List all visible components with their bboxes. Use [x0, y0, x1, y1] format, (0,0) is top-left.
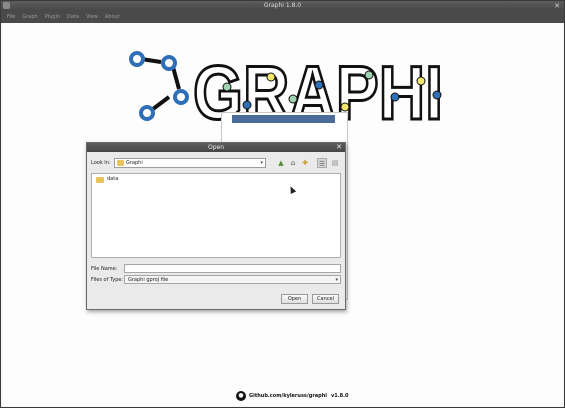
dialog-title-bar[interactable]: Open ✕ — [87, 143, 345, 152]
menu-view[interactable]: View — [86, 14, 98, 20]
open-button[interactable]: Open — [281, 294, 308, 304]
dialog-title: Open — [207, 144, 225, 151]
files-of-type-label: Files of Type: — [91, 277, 124, 283]
list-view-icon[interactable]: ☰ — [317, 158, 327, 168]
up-folder-icon[interactable]: ▲ — [276, 158, 286, 168]
open-dialog: Open ✕ Look In: Graphi ▾ ▲ ⌂ ✚ ☰ ▤ data … — [86, 142, 346, 310]
file-name: data — [107, 176, 119, 182]
menu-plugin[interactable]: Plugin — [45, 14, 60, 20]
menu-data[interactable]: Data — [67, 14, 79, 20]
title-bar[interactable]: Graphi 1.8.0 ✕ — [1, 1, 564, 11]
version-label: v1.8.0 — [331, 393, 349, 399]
chevron-down-icon: ▾ — [335, 277, 338, 283]
window-title: Graphi 1.8.0 — [263, 2, 302, 9]
new-folder-icon[interactable]: ✚ — [300, 158, 310, 168]
dialog-close-icon[interactable]: ✕ — [336, 143, 342, 152]
file-name-input[interactable] — [124, 264, 341, 273]
close-icon[interactable]: ✕ — [554, 2, 560, 10]
home-icon[interactable]: ⌂ — [288, 158, 298, 168]
look-in-label: Look In: — [91, 160, 111, 166]
github-link[interactable]: Github.com/kyleruss/graphi — [249, 393, 327, 399]
footer: ● Github.com/kyleruss/graphi v1.8.0 — [236, 390, 349, 402]
app-icon — [3, 2, 10, 9]
file-list[interactable]: data — [91, 173, 341, 258]
menu-about[interactable]: About — [105, 14, 120, 20]
cancel-button[interactable]: Cancel — [312, 294, 339, 304]
graph-icon — [129, 51, 189, 121]
look-in-value: Graphi — [126, 160, 143, 166]
look-in-combo[interactable]: Graphi ▾ — [114, 158, 266, 168]
background-panel-header — [232, 115, 335, 123]
file-name-label: File Name: — [91, 266, 118, 272]
folder-icon — [96, 177, 104, 183]
menu-bar: File Graph Plugin Data View About — [1, 11, 564, 23]
details-view-icon[interactable]: ▤ — [330, 158, 340, 168]
files-of-type-combo[interactable]: Graphi gproj file ▾ — [124, 275, 341, 284]
chevron-down-icon: ▾ — [260, 160, 263, 166]
menu-graph[interactable]: Graph — [22, 14, 37, 20]
folder-icon — [117, 160, 124, 166]
github-icon[interactable]: ● — [236, 391, 246, 401]
menu-file[interactable]: File — [7, 14, 15, 20]
app-window: Graphi 1.8.0 ✕ File Graph Plugin Data Vi… — [0, 0, 565, 408]
files-of-type-value: Graphi gproj file — [128, 277, 169, 283]
